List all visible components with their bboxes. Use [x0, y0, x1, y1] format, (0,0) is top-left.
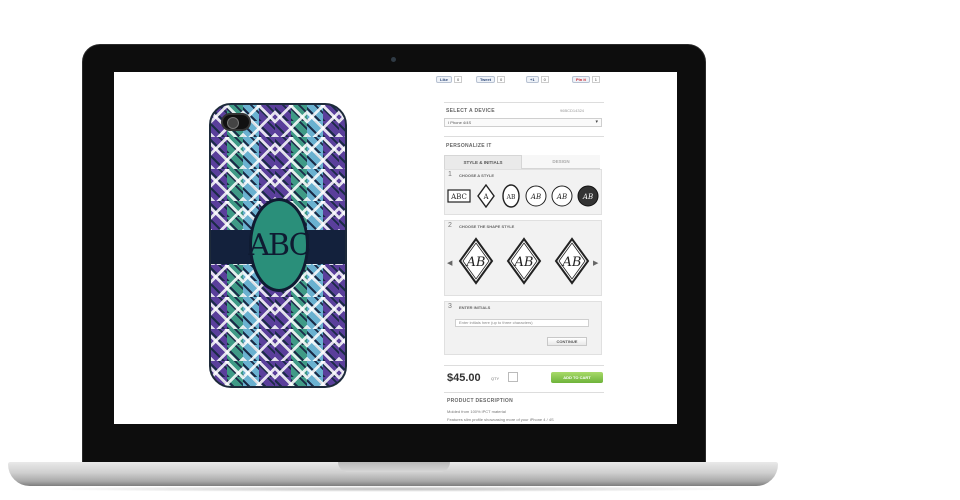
tweet-count: 0: [497, 75, 506, 83]
step-number: 1: [448, 171, 452, 178]
facebook-like-count: 0: [454, 75, 463, 83]
style-options: ABC A AB AB AB AB: [447, 184, 599, 208]
product-price: $45.00: [447, 372, 481, 384]
qty-input[interactable]: [508, 372, 518, 382]
step-number: 3: [448, 303, 452, 310]
google-plus-button[interactable]: +1: [526, 75, 539, 83]
add-to-cart-button[interactable]: ADD TO CART: [551, 372, 603, 383]
divider: [444, 392, 604, 393]
shape-options: AB AB AB: [445, 237, 603, 285]
google-plus-count: 0: [540, 75, 549, 83]
qty-label: QTY: [491, 376, 500, 381]
shape-option-3[interactable]: AB: [554, 237, 590, 285]
device-select[interactable]: I Phone 4/4S ▾: [444, 118, 602, 127]
tab-style-initials[interactable]: STYLE & INITIALS: [444, 155, 522, 169]
facebook-like-widget[interactable]: Like 0: [436, 75, 463, 83]
tab-design[interactable]: DESIGN: [522, 155, 600, 169]
step-enter-initials: 3 ENTER INITIALS Enter initials here (up…: [444, 301, 602, 355]
divider: [444, 136, 604, 137]
laptop-screen: ABC Like 0 Tweet 0 +1 0 Pin it 1 SELECT …: [114, 72, 677, 424]
style-option-label: AB: [530, 193, 541, 201]
divider: [444, 365, 604, 366]
social-share-row: Like 0 Tweet 0 +1 0 Pin it 1: [436, 75, 606, 85]
case-monogram: ABC: [248, 198, 312, 292]
step-choose-style: 1 CHOOSE A STYLE ABC A AB AB AB AB: [444, 169, 602, 215]
style-option-label: AB: [582, 193, 593, 201]
product-description-line: Features slim profile showcasing more of…: [447, 417, 554, 422]
shape-option-1[interactable]: AB: [458, 237, 494, 285]
case-camera-cutout: [221, 113, 251, 131]
initials-input[interactable]: Enter initials here (up to three charact…: [455, 319, 589, 327]
personalize-title: PERSONALIZE IT: [446, 143, 492, 149]
product-sku: 96BCD14324: [560, 108, 585, 113]
select-device-title: SELECT A DEVICE: [446, 108, 495, 114]
product-description-line: Molded from 100% iPCT material: [447, 409, 506, 414]
continue-button[interactable]: CONTINUE: [547, 337, 587, 346]
style-option-circle[interactable]: AB: [551, 184, 573, 208]
style-option-label: AB: [505, 194, 515, 201]
shape-option-2[interactable]: AB: [506, 237, 542, 285]
device-select-value: I Phone 4/4S: [448, 120, 472, 125]
step-title: CHOOSE THE SHAPE STYLE: [459, 224, 515, 229]
product-description-title: PRODUCT DESCRIPTION: [447, 398, 513, 404]
style-option-diamond[interactable]: A: [475, 184, 496, 208]
pinterest-widget[interactable]: Pin it 1: [572, 75, 601, 83]
laptop-base-notch: [338, 462, 450, 472]
style-option-label: A: [482, 193, 489, 201]
chevron-down-icon: ▾: [595, 119, 598, 125]
pin-it-button[interactable]: Pin it: [572, 75, 590, 83]
pin-it-count: 1: [591, 75, 601, 83]
product-panel: Like 0 Tweet 0 +1 0 Pin it 1 SELECT A DE…: [436, 72, 606, 424]
tweet-button[interactable]: Tweet: [476, 75, 496, 83]
step-title: CHOOSE A STYLE: [459, 173, 495, 178]
phone-case-image: ABC: [209, 103, 347, 388]
style-option-label: AB: [556, 193, 567, 201]
tweet-widget[interactable]: Tweet 0: [476, 75, 506, 83]
shape-option-label: AB: [562, 255, 582, 270]
style-option-dark-circle[interactable]: AB: [577, 184, 599, 208]
step-number: 2: [448, 222, 452, 229]
next-arrow-icon[interactable]: ▶: [593, 259, 598, 267]
laptop-shadow: [30, 486, 756, 492]
divider: [444, 102, 604, 103]
shape-option-label: AB: [514, 255, 534, 270]
shape-option-label: AB: [466, 255, 486, 270]
style-option-script[interactable]: AB: [525, 184, 547, 208]
style-option-label: ABC: [450, 193, 467, 201]
style-option-oval[interactable]: AB: [500, 184, 521, 208]
step-choose-shape: 2 CHOOSE THE SHAPE STYLE ◀ AB AB AB ▶: [444, 220, 602, 296]
facebook-like-button[interactable]: Like: [436, 75, 453, 83]
webcam-icon: [391, 57, 396, 62]
style-option-block[interactable]: ABC: [447, 184, 471, 208]
step-title: ENTER INITIALS: [459, 305, 491, 310]
google-plus-widget[interactable]: +1 0: [526, 75, 549, 83]
